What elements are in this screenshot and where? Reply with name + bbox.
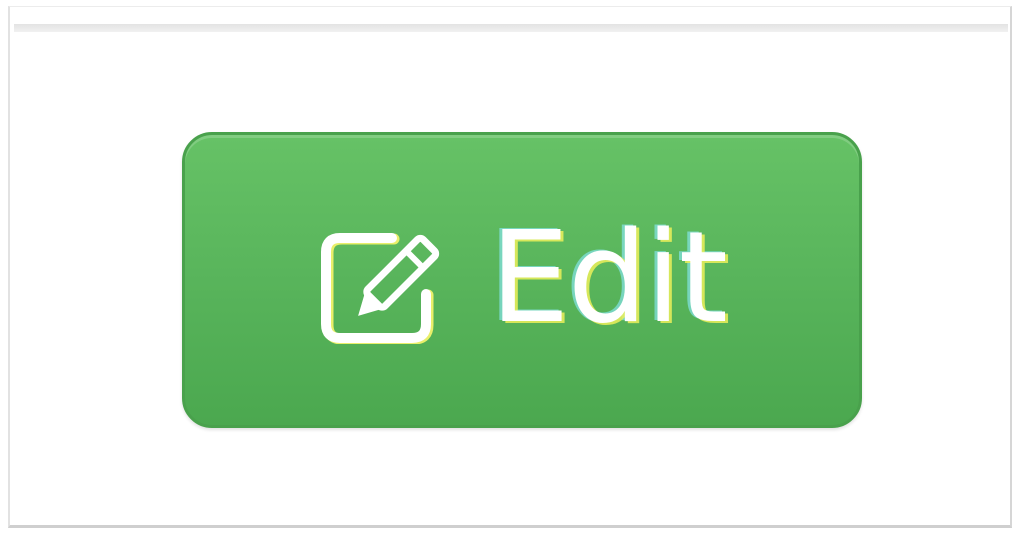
edit-icon xyxy=(320,233,440,344)
edit-button[interactable]: Edit xyxy=(182,132,862,428)
top-divider xyxy=(14,24,1008,32)
edit-button-label: Edit xyxy=(489,204,728,351)
